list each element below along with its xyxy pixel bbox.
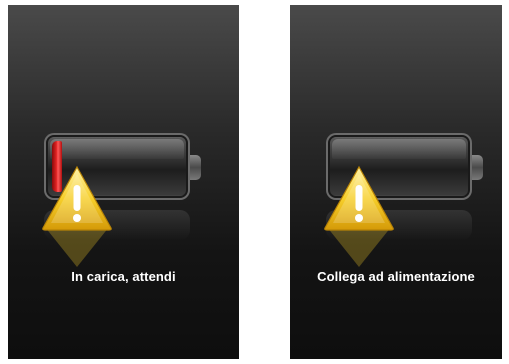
battery-terminal — [472, 155, 483, 180]
connect-power-screen: Collega ad alimentazione — [290, 5, 502, 359]
battery-terminal — [190, 155, 201, 180]
warning-icon-reflection — [45, 227, 109, 267]
warning-icon — [42, 165, 112, 231]
status-message: Collega ad alimentazione — [317, 269, 475, 284]
warning-icon-reflection — [327, 227, 391, 267]
warning-icon — [324, 165, 394, 231]
low-battery-screens: In carica, attendi Collega ad alimentazi… — [0, 0, 509, 364]
status-message: In carica, attendi — [71, 269, 176, 284]
charging-screen: In carica, attendi — [8, 5, 239, 359]
